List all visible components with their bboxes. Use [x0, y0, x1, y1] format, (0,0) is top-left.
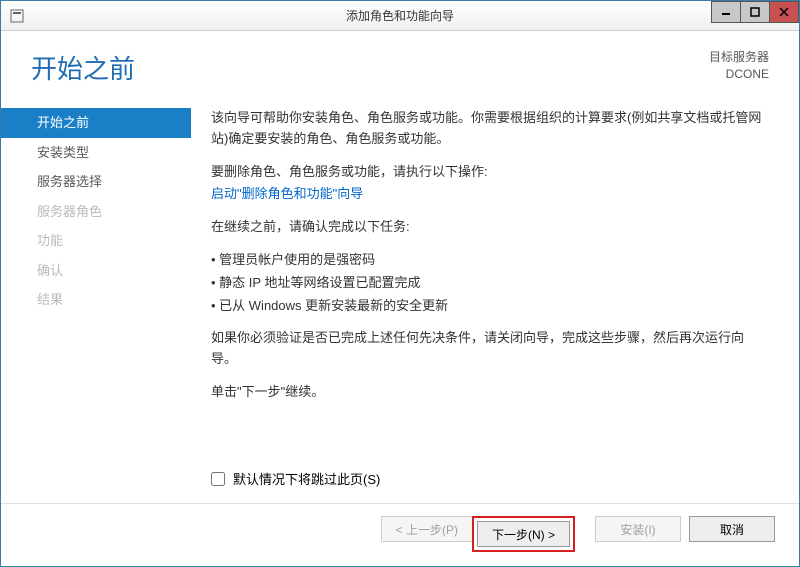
task-list: 管理员帐户使用的是强密码 静态 IP 地址等网络设置已配置完成 已从 Windo… [211, 250, 769, 316]
skip-checkbox[interactable] [211, 472, 225, 486]
install-button: 安装(I) [595, 516, 681, 542]
titlebar[interactable]: 添加角色和功能向导 [1, 1, 799, 31]
server-info: 目标服务器 DCONE [709, 49, 769, 83]
page-title: 开始之前 [31, 49, 135, 86]
content-area: 开始之前 目标服务器 DCONE 开始之前 安装类型 服务器选择 服务器角色 功… [1, 31, 799, 566]
maximize-button[interactable] [740, 1, 770, 23]
wizard-window: 添加角色和功能向导 开始之前 目标服务器 DCONE 开始之前 安装类型 服务器… [0, 0, 800, 567]
sidebar-item-confirm: 确认 [1, 256, 191, 286]
main-body: 开始之前 安装类型 服务器选择 服务器角色 功能 确认 结果 该向导可帮助你安装… [1, 98, 799, 469]
sidebar: 开始之前 安装类型 服务器选择 服务器角色 功能 确认 结果 [1, 98, 191, 469]
skip-label[interactable]: 默认情况下将跳过此页(S) [233, 469, 380, 488]
close-button[interactable] [769, 1, 799, 23]
sidebar-item-before-begin[interactable]: 开始之前 [1, 108, 191, 138]
remove-wizard-link[interactable]: 启动"删除角色和功能"向导 [211, 186, 363, 201]
before-continue-text: 在继续之前，请确认完成以下任务: [211, 217, 769, 238]
previous-button: < 上一步(P) [381, 516, 472, 542]
window-title: 添加角色和功能向导 [346, 7, 454, 24]
nav-button-group: < 上一步(P) 下一步(N) > [381, 516, 575, 552]
skip-section: 默认情况下将跳过此页(S) [1, 469, 799, 503]
server-name: DCONE [709, 66, 769, 83]
cancel-button[interactable]: 取消 [689, 516, 775, 542]
window-controls [712, 1, 799, 23]
task-item: 管理员帐户使用的是强密码 [211, 250, 769, 271]
sidebar-item-install-type[interactable]: 安装类型 [1, 138, 191, 168]
minimize-button[interactable] [711, 1, 741, 23]
sidebar-item-server-selection[interactable]: 服务器选择 [1, 167, 191, 197]
remove-label: 要删除角色、角色服务或功能，请执行以下操作: [211, 162, 769, 183]
verify-text: 如果你必须验证是否已完成上述任何先决条件，请关闭向导，完成这些步骤，然后再次运行… [211, 328, 769, 370]
app-icon [9, 8, 25, 24]
server-label: 目标服务器 [709, 49, 769, 66]
header-section: 开始之前 目标服务器 DCONE [1, 31, 799, 98]
next-button[interactable]: 下一步(N) > [477, 521, 570, 547]
main-content: 该向导可帮助你安装角色、角色服务或功能。你需要根据组织的计算要求(例如共享文档或… [191, 98, 799, 469]
button-bar: < 上一步(P) 下一步(N) > 安装(I) 取消 [1, 503, 799, 566]
task-item: 静态 IP 地址等网络设置已配置完成 [211, 273, 769, 294]
sidebar-item-server-roles: 服务器角色 [1, 197, 191, 227]
task-item: 已从 Windows 更新安装最新的安全更新 [211, 296, 769, 317]
next-button-highlight: 下一步(N) > [472, 516, 575, 552]
sidebar-item-results: 结果 [1, 285, 191, 315]
intro-text: 该向导可帮助你安装角色、角色服务或功能。你需要根据组织的计算要求(例如共享文档或… [211, 108, 769, 150]
continue-text: 单击"下一步"继续。 [211, 382, 769, 403]
sidebar-item-features: 功能 [1, 226, 191, 256]
